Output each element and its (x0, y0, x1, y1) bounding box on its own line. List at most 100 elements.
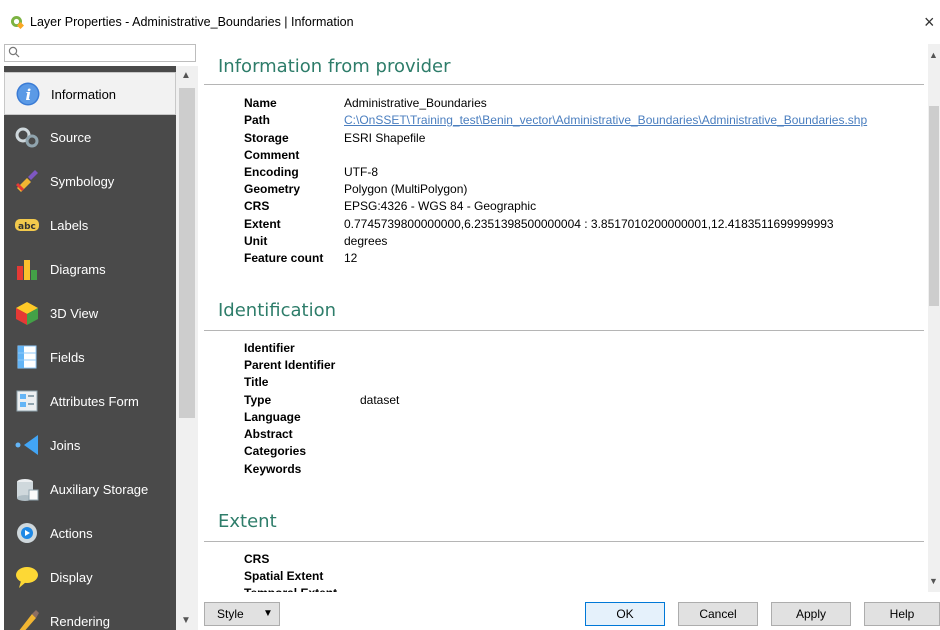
section-title-identification: Identification (218, 300, 337, 321)
scrollbar-thumb[interactable] (929, 106, 939, 306)
field-value: dataset (360, 393, 400, 407)
auxiliary-storage-icon (17, 479, 39, 501)
information-panel: Information from provider Name Administr… (204, 44, 928, 592)
ok-button[interactable]: OK (585, 602, 665, 626)
close-icon[interactable]: × (924, 12, 935, 33)
field-label: Extent (244, 217, 281, 231)
field-label: Language (244, 410, 301, 424)
content-scrollbar[interactable]: ▲ ▼ (928, 44, 940, 592)
field-value: Administrative_Boundaries (344, 96, 487, 110)
section-divider (204, 330, 924, 331)
field-label: Path (244, 113, 271, 127)
field-label: Keywords (244, 462, 302, 476)
sidebar-item-symbology[interactable]: Symbology (4, 160, 176, 203)
field-value: UTF-8 (344, 165, 378, 179)
sidebar-item-label: Rendering (50, 614, 110, 629)
diagrams-icon (17, 260, 37, 280)
search-input[interactable] (4, 44, 196, 62)
svg-text:abc: abc (18, 222, 36, 232)
field-label: CRS (244, 552, 270, 566)
attributes-form-icon (16, 390, 38, 412)
field-value: degrees (344, 234, 388, 248)
field-value: ESRI Shapefile (344, 131, 426, 145)
field-label: Feature count (244, 251, 324, 265)
scroll-up-icon[interactable]: ▲ (181, 70, 191, 81)
field-label: Identifier (244, 341, 295, 355)
actions-icon (17, 523, 37, 543)
source-icon (15, 127, 39, 148)
field-value: 0.7745739800000000,6.2351398500000004 : … (344, 217, 834, 231)
field-label: Storage (244, 131, 289, 145)
qgis-logo-icon (11, 16, 24, 29)
help-button[interactable]: Help (864, 602, 940, 626)
field-label: CRS (244, 199, 270, 213)
sidebar-item-label: Labels (50, 218, 89, 233)
sidebar-item-display[interactable]: Display (4, 556, 176, 599)
window-title: Layer Properties - Administrative_Bounda… (30, 15, 354, 29)
sidebar-item-actions[interactable]: Actions (4, 512, 176, 555)
cancel-button[interactable]: Cancel (678, 602, 758, 626)
sidebar-item-label: Attributes Form (50, 394, 139, 409)
section-divider (204, 84, 924, 85)
joins-icon (15, 435, 38, 455)
apply-button[interactable]: Apply (771, 602, 851, 626)
sidebar-item-label: Joins (50, 438, 81, 453)
sidebar-item-label: 3D View (50, 306, 99, 321)
style-dropdown-button[interactable]: Style ▼ (204, 602, 280, 626)
section-title-provider: Information from provider (218, 56, 451, 77)
field-label: Abstract (244, 427, 293, 441)
sidebar-item-label: Fields (50, 350, 85, 365)
field-label: Name (244, 96, 277, 110)
scrollbar-thumb[interactable] (179, 88, 195, 418)
symbology-icon (15, 170, 38, 192)
field-label: Geometry (244, 182, 301, 196)
sidebar-item-label: Information (51, 87, 117, 102)
section-title-extent: Extent (218, 511, 277, 532)
labels-icon: abc (15, 219, 39, 232)
field-label: Categories (244, 444, 307, 458)
svg-text:i: i (26, 86, 32, 104)
field-label: Temporal Extent (244, 586, 337, 592)
sidebar: i Information Source Symbology abc Label… (4, 66, 198, 630)
scroll-up-icon[interactable]: ▲ (929, 50, 938, 60)
fields-icon (17, 345, 37, 369)
field-label: Comment (244, 148, 300, 162)
sidebar-item-auxiliary-storage[interactable]: Auxiliary Storage (4, 468, 176, 511)
info-icon: i (16, 82, 40, 106)
sidebar-item-label: Source (50, 130, 92, 145)
field-label: Encoding (244, 165, 299, 179)
caret-down-icon: ▼ (263, 608, 273, 619)
scroll-down-icon[interactable]: ▼ (181, 615, 191, 626)
sidebar-item-3d-view[interactable]: 3D View (4, 292, 176, 335)
field-value: EPSG:4326 - WGS 84 - Geographic (344, 199, 537, 213)
field-label: Spatial Extent (244, 569, 324, 583)
3d-view-icon (16, 302, 38, 325)
sidebar-item-information[interactable]: i Information (4, 72, 176, 115)
field-value: 12 (344, 251, 358, 265)
rendering-icon (19, 610, 39, 630)
field-label: Parent Identifier (244, 358, 336, 372)
title-bar: Layer Properties - Administrative_Bounda… (0, 0, 940, 42)
sidebar-item-fields[interactable]: Fields (4, 336, 176, 379)
path-link[interactable]: C:\OnSSET\Training_test\Benin_vector\Adm… (344, 113, 867, 127)
style-button-label: Style (217, 607, 244, 621)
sidebar-item-source[interactable]: Source (4, 116, 176, 159)
sidebar-item-rendering[interactable]: Rendering (4, 600, 176, 630)
field-label: Title (244, 375, 269, 389)
sidebar-item-label: Auxiliary Storage (50, 482, 149, 497)
display-icon (16, 567, 38, 588)
field-value: Polygon (MultiPolygon) (344, 182, 468, 196)
field-label: Unit (244, 234, 268, 248)
sidebar-item-diagrams[interactable]: Diagrams (4, 248, 176, 291)
sidebar-item-label: Symbology (50, 174, 115, 189)
sidebar-item-label: Display (50, 570, 93, 585)
sidebar-item-labels[interactable]: abc Labels (4, 204, 176, 247)
sidebar-scrollbar[interactable]: ▲ ▼ (176, 66, 198, 630)
sidebar-item-joins[interactable]: Joins (4, 424, 176, 467)
scroll-down-icon[interactable]: ▼ (929, 576, 938, 586)
sidebar-item-attributes-form[interactable]: Attributes Form (4, 380, 176, 423)
sidebar-item-label: Diagrams (50, 262, 106, 277)
section-divider (204, 541, 924, 542)
search-icon (8, 46, 20, 58)
sidebar-item-label: Actions (50, 526, 93, 541)
